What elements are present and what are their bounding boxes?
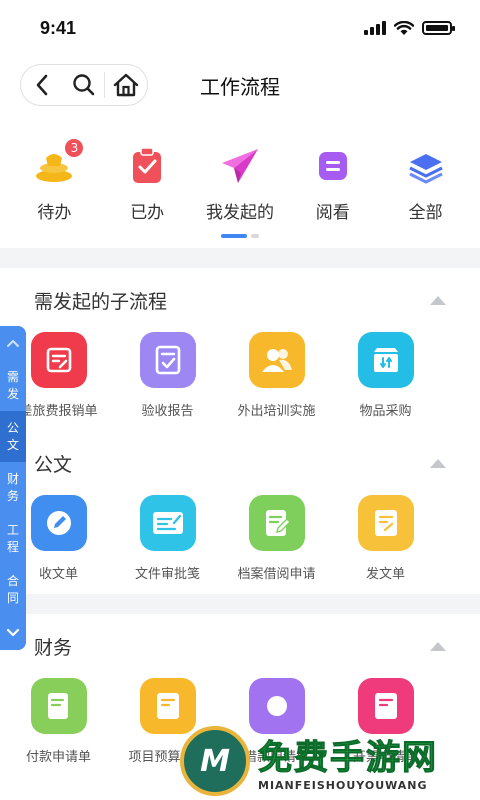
section-documents: 公文 收文单 文件审批笺 档案借阅申请 发文单 (0, 431, 480, 594)
app-purchase[interactable]: 物品采购 (331, 332, 440, 419)
app-grid: 收文单 文件审批笺 档案借阅申请 发文单 (0, 495, 480, 582)
pen-circle-icon (30, 495, 87, 551)
purchase-box-icon (357, 332, 414, 388)
app-payment[interactable]: 付款申请单 (4, 678, 113, 765)
watermark: M 免费手游网 MIANFEISHOUYOUWANG (180, 722, 480, 800)
report-check-icon (139, 332, 196, 388)
dispatch-doc-icon (357, 495, 414, 551)
side-index-item[interactable]: 财务 (0, 462, 26, 513)
chevron-down-icon (6, 628, 20, 637)
quick-tab-initiated[interactable]: 我发起的 (197, 144, 283, 248)
back-arrow-icon (36, 74, 48, 96)
collapse-arrow-icon[interactable] (430, 295, 446, 305)
system-icons (364, 20, 455, 36)
quick-tab-done[interactable]: 已办 (104, 144, 190, 248)
watermark-main-text: 免费手游网 (258, 738, 438, 779)
app-label: 档案借阅申请 (237, 567, 316, 582)
page-dot (251, 234, 259, 238)
archive-edit-icon (248, 495, 305, 551)
chevron-up-icon (7, 340, 19, 347)
paper-plane-icon (218, 144, 262, 188)
payment-edit-icon (30, 678, 87, 734)
quick-tab-label: 阅看 (315, 203, 350, 223)
home-button[interactable] (105, 65, 147, 105)
quick-tab-read[interactable]: 阅看 (290, 144, 376, 248)
app-grid: 差旅费报销单 验收报告 外出培训实施 物品采购 (0, 332, 480, 419)
layers-icon (404, 144, 448, 188)
quick-tab-label: 已办 (130, 203, 165, 223)
app-file-approval[interactable]: 文件审批笺 (113, 495, 222, 582)
cellular-signal-icon (364, 21, 386, 35)
status-time: 9:41 (40, 17, 77, 38)
app-label: 验收报告 (141, 404, 194, 419)
section-divider (0, 594, 480, 614)
back-button[interactable] (21, 65, 63, 105)
search-button[interactable] (63, 65, 105, 105)
section-divider (0, 248, 480, 268)
read-doc-icon (311, 144, 355, 188)
section-header[interactable]: 财务 (0, 614, 480, 678)
section-title: 财务 (34, 636, 73, 659)
app-label: 文件审批笺 (134, 567, 200, 582)
quick-tab-all[interactable]: 全部 (383, 144, 469, 248)
section-subprocess: 需发起的子流程 差旅费报销单 验收报告 外出培训实施 物品采购 (0, 268, 480, 431)
side-index-item[interactable]: 公文 (0, 411, 26, 463)
expense-form-icon (30, 332, 87, 388)
side-scroll-up-button[interactable] (6, 326, 20, 360)
side-index-item[interactable]: 工程 (0, 514, 26, 565)
done-clipboard-icon (125, 144, 169, 188)
app-training[interactable]: 外出培训实施 (222, 332, 331, 419)
quick-tab-label: 待办 (37, 203, 72, 223)
people-icon (248, 332, 305, 388)
section-title: 公文 (34, 453, 73, 476)
todo-badge: 3 (64, 138, 85, 158)
battery-icon (422, 21, 455, 35)
side-index-item[interactable]: 需发 (0, 360, 26, 411)
quick-tab-label: 我发起的 (205, 203, 274, 223)
app-dispatch-doc[interactable]: 发文单 (331, 495, 440, 582)
side-index-item[interactable]: 合同 (0, 565, 26, 616)
app-label: 发文单 (365, 567, 405, 582)
app-label: 外出培训实施 (237, 404, 316, 419)
watermark-logo: M (180, 726, 250, 796)
watermark-sub-text: MIANFEISHOUYOUWANG (258, 779, 428, 792)
nav-capsule (20, 64, 148, 106)
side-scroll-down-button[interactable] (6, 616, 20, 650)
quick-tab-todo[interactable]: 3 待办 (11, 138, 97, 248)
home-icon (113, 73, 139, 97)
app-acceptance-report[interactable]: 验收报告 (113, 332, 222, 419)
search-icon (72, 74, 94, 96)
page-dot-active (221, 234, 247, 238)
page-indicator (221, 234, 259, 238)
section-header[interactable]: 需发起的子流程 (0, 268, 480, 332)
app-label: 收文单 (38, 567, 78, 582)
app-label: 物品采购 (359, 404, 412, 419)
app-archive-borrow[interactable]: 档案借阅申请 (222, 495, 331, 582)
todo-stack-icon: 3 (32, 138, 85, 188)
quick-tabs: 3 待办 已办 我发起的 阅看 全部 (0, 114, 480, 248)
app-label: 差旅费报销单 (19, 404, 98, 419)
nav-bar: 工作流程 (0, 56, 480, 114)
approval-card-icon (139, 495, 196, 551)
section-header[interactable]: 公文 (0, 431, 480, 495)
quick-tab-label: 全部 (408, 203, 443, 223)
section-title: 需发起的子流程 (34, 290, 168, 313)
watermark-text: 免费手游网 MIANFEISHOUYOUWANG (258, 730, 438, 793)
status-bar: 9:41 (0, 0, 480, 56)
collapse-arrow-icon[interactable] (430, 458, 446, 468)
wifi-icon (394, 20, 414, 35)
app-label: 付款申请单 (25, 750, 91, 765)
side-index-bar: 需发 公文 财务 工程 合同 (0, 326, 26, 650)
collapse-arrow-icon[interactable] (430, 641, 446, 651)
